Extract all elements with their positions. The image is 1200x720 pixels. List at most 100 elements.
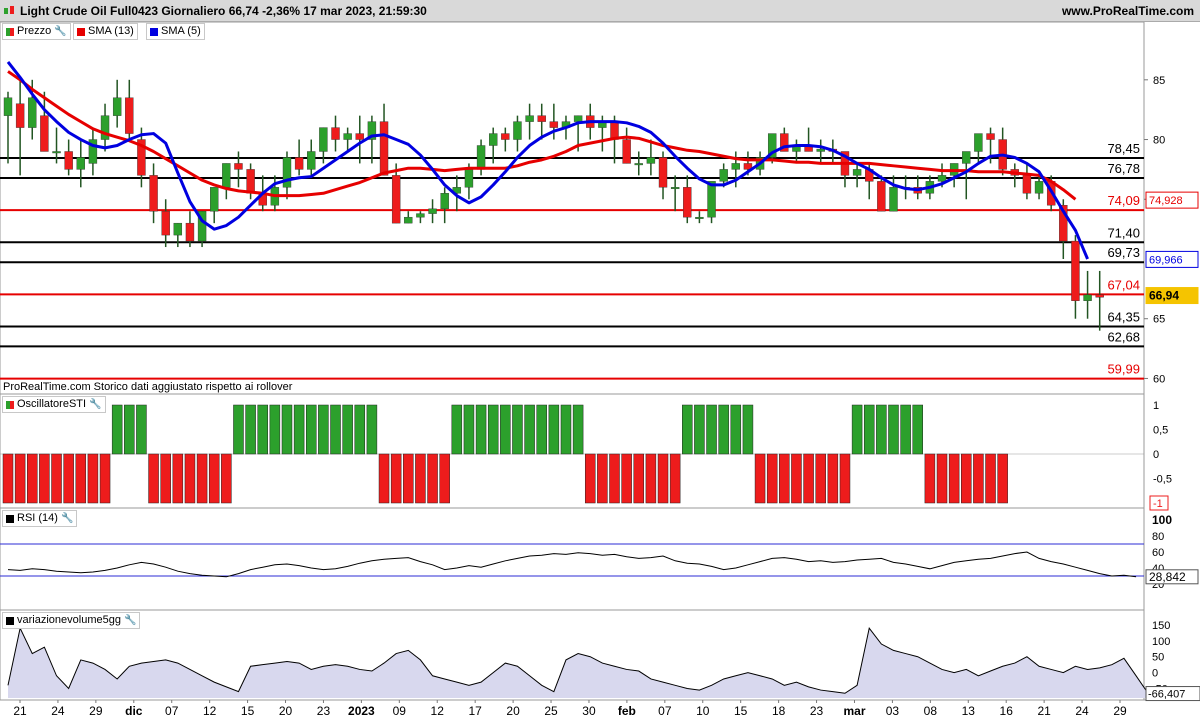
candle-body [1083,294,1092,301]
candle-body [40,115,49,152]
legend-price[interactable]: Prezzo 🔧 [2,23,71,40]
osc-bar [851,404,863,455]
x-axis-label: 13 [962,704,976,718]
osc-bar [863,404,875,455]
legend-rsi[interactable]: RSI (14) 🔧 [2,510,78,527]
osc-bar [124,404,135,455]
x-axis-label: 21 [1037,704,1051,718]
candle-body [173,222,183,236]
osc-bar [39,453,50,504]
candle-body [319,127,328,152]
osc-bar [633,453,645,504]
osc-bar [548,404,560,455]
x-axis-label: 12 [203,704,217,718]
osc-bar [27,453,38,504]
osc-bar [597,453,608,504]
legend-vol[interactable]: variazionevolume5gg 🔧 [2,612,141,629]
osc-bar [682,404,693,455]
candle-body [658,157,668,188]
candle-body [525,115,534,122]
legend-osc[interactable]: OscillatoreSTI 🔧 [2,396,106,413]
osc-bar [973,453,984,504]
wrench-icon[interactable]: 🔧 [89,397,101,412]
axes: 606575808574,92869,96666,9410,50-0,5-110… [13,75,1200,718]
osc-bar [718,404,729,455]
osc-bar [572,404,584,455]
osc-bar [403,453,414,504]
x-axis-label: 03 [886,704,900,718]
osc-bar [14,453,26,504]
blue-swatch-icon [150,27,158,36]
osc-swatch-icon [6,400,14,409]
x-axis-label: 29 [89,704,103,718]
last-value-label: 66,94 [1149,289,1179,303]
candle-body [719,169,728,182]
osc-bar [245,404,256,455]
osc-bar [2,453,14,504]
osc-bar [779,453,790,504]
legend-sma13[interactable]: SMA (13) [73,23,138,40]
candle-body [573,115,583,122]
candle-body [986,133,995,140]
osc-bar [815,453,826,504]
legend-sma13-label: SMA (13) [88,25,134,37]
black-swatch-icon [6,616,14,625]
candle-body [440,193,449,210]
osc-bar [924,453,936,504]
candle-body [15,103,25,128]
osc-bar [196,453,208,504]
candle-body [937,175,947,182]
osc-bar [669,453,681,504]
osc-bar [827,453,839,504]
candle-body [683,187,692,218]
candle-body [974,133,983,152]
legend-sma5-label: SMA (5) [161,25,201,37]
panel-border [0,22,1145,395]
candle-body [404,216,413,224]
osc-bar [997,453,1008,504]
volume-axis-label: 150 [1152,620,1170,632]
osc-bar [803,453,814,504]
osc-bar [342,404,353,455]
wrench-icon[interactable]: 🔧 [61,511,73,526]
price-level-label: 76,78 [1107,161,1140,176]
site-label[interactable]: www.ProRealTime.com [1062,4,1194,18]
osc-bar [330,404,341,455]
osc-bar [378,453,390,504]
osc-bar [694,404,705,455]
osc-bar [87,453,99,504]
osc-bar [366,404,378,455]
rsi-axis-label: 80 [1152,531,1164,543]
osc-bar [560,404,572,455]
price-axis-label: 85 [1153,75,1165,87]
volume-variation-panel [7,626,1149,698]
osc-bar [500,404,511,455]
x-axis-label: 09 [393,704,407,718]
osc-bar [888,404,899,455]
osc-axis-label: 0,5 [1153,425,1168,437]
osc-bar [961,453,972,504]
panel-border [0,507,1145,611]
candle-body [464,169,474,188]
osc-bar [63,453,74,504]
osc-bar [269,404,281,455]
candle-body [3,97,13,116]
legend-sma5[interactable]: SMA (5) [146,23,205,40]
chart-title: Light Crude Oil Full0423 Giornaliero 66,… [20,4,427,18]
osc-bar [512,404,523,455]
black-swatch-icon [6,514,14,523]
wrench-icon[interactable]: 🔧 [124,613,136,628]
x-axis-label: 10 [696,704,710,718]
wrench-icon[interactable]: 🔧 [54,24,66,39]
candle-body [52,151,61,154]
candle-body [622,139,631,164]
x-axis-label: feb [618,704,636,718]
price-level-label: 67,04 [1107,277,1140,292]
osc-bar [876,404,887,455]
osc-bar [318,404,329,455]
x-axis-label: 20 [279,704,293,718]
candle-body [1022,175,1032,194]
price-levels: 78,45 76,78 74,09 71,40 69,73 67,04 64,35 62,68… [0,141,1144,380]
chart-canvas[interactable]: 78,45 76,78 74,09 71,40 69,73 67,04 64,35 62,68… [0,22,1200,720]
osc-bar [451,404,463,455]
